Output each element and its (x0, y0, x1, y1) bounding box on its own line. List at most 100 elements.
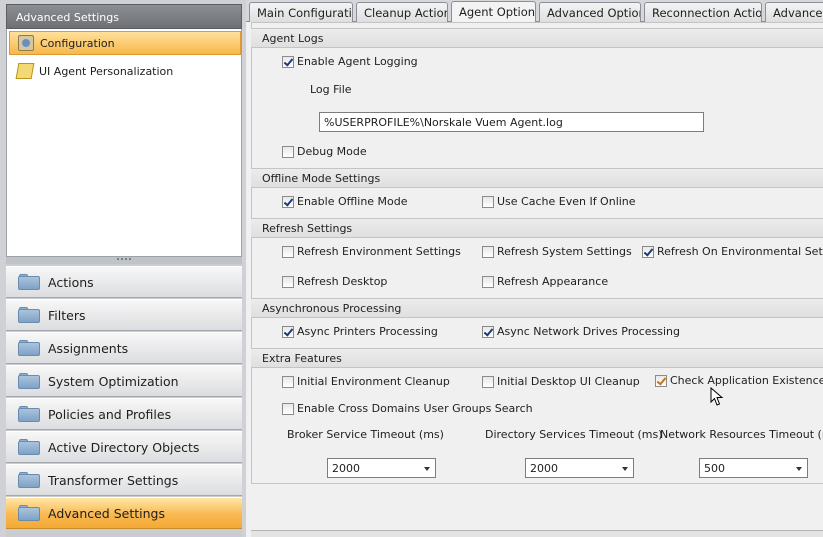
left-panel-header: Advanced Settings (6, 4, 242, 29)
checkbox-box[interactable] (282, 245, 294, 258)
mouse-cursor-icon (710, 387, 724, 406)
directory-timeout-select[interactable]: 2000 (525, 458, 634, 478)
folder-icon (18, 373, 40, 389)
folder-icon (18, 274, 40, 290)
dropdown-arrow-icon[interactable] (622, 467, 628, 471)
checkbox-box[interactable] (282, 375, 294, 388)
enable-offline-mode-checkbox[interactable]: Enable Offline Mode (282, 195, 408, 208)
nav-item-label: System Optimization (48, 373, 179, 389)
folder-icon (18, 307, 40, 323)
checkbox-label: Debug Mode (297, 145, 367, 158)
refresh-on-environmental-checkbox[interactable]: Refresh On Environmental Setting (642, 245, 823, 258)
nav-item-transformer-settings[interactable]: Transformer Settings (6, 464, 242, 496)
section-asynchronous-processing: Asynchronous Processing (251, 298, 823, 318)
async-printers-checkbox[interactable]: Async Printers Processing (282, 325, 438, 338)
checkbox-box[interactable] (482, 275, 494, 288)
broker-timeout-select[interactable]: 2000 (327, 458, 436, 478)
ui-agent-icon (15, 63, 35, 79)
checkbox-box[interactable] (482, 195, 494, 208)
checkbox-label: Async Printers Processing (297, 325, 438, 338)
tab-advanced-options[interactable]: Advanced Options (539, 2, 641, 22)
nav-item-label: Assignments (48, 340, 129, 356)
network-timeout-select[interactable]: 500 (699, 458, 808, 478)
nav-item-label: Advanced Settings (48, 505, 165, 521)
checkbox-label: Refresh Desktop (297, 275, 388, 288)
refresh-environment-checkbox[interactable]: Refresh Environment Settings (282, 245, 461, 258)
section-refresh-settings: Refresh Settings (251, 218, 823, 238)
checkbox-box[interactable] (482, 325, 494, 338)
folder-icon (18, 406, 40, 422)
checkbox-label: Refresh Appearance (497, 275, 609, 288)
debug-mode-checkbox[interactable]: Debug Mode (282, 145, 367, 158)
tab-reconnection-actions[interactable]: Reconnection Actions (644, 2, 762, 22)
log-file-input[interactable]: %USERPROFILE%\Norskale Vuem Agent.log (319, 112, 704, 132)
nav-item-policies-and-profiles[interactable]: Policies and Profiles (6, 398, 242, 430)
checkbox-label: Enable Offline Mode (297, 195, 408, 208)
dropdown-arrow-icon[interactable] (424, 467, 430, 471)
navigation-pane: Actions Filters Assignments System Optim… (6, 264, 242, 537)
checkbox-box[interactable] (642, 245, 654, 258)
checkbox-box[interactable] (482, 375, 494, 388)
folder-icon (18, 340, 40, 356)
nav-item-actions[interactable]: Actions (6, 266, 242, 298)
nav-item-advanced-settings[interactable]: Advanced Settings (6, 497, 242, 529)
nav-item-filters[interactable]: Filters (6, 299, 242, 331)
checkbox-label: Check Application Existence (670, 374, 823, 387)
checkbox-box[interactable] (282, 275, 294, 288)
tree-item-label: Configuration (40, 36, 115, 50)
checkbox-label: Initial Environment Cleanup (297, 375, 450, 388)
use-cache-checkbox[interactable]: Use Cache Even If Online (482, 195, 636, 208)
tree-item-configuration[interactable]: Configuration (9, 31, 241, 55)
tree-item-ui-agent-personalization[interactable]: UI Agent Personalization (9, 59, 241, 83)
section-offline-mode: Offline Mode Settings (251, 168, 823, 188)
initial-environment-cleanup-checkbox[interactable]: Initial Environment Cleanup (282, 375, 450, 388)
panel-splitter[interactable] (6, 257, 242, 264)
checkbox-label: Refresh System Settings (497, 245, 632, 258)
select-value: 500 (704, 462, 725, 475)
select-value: 2000 (332, 462, 360, 475)
cross-domains-checkbox[interactable]: Enable Cross Domains User Groups Search (282, 402, 533, 415)
nav-item-active-directory-objects[interactable]: Active Directory Objects (6, 431, 242, 463)
checkbox-box[interactable] (282, 402, 294, 415)
tab-cleanup-actions[interactable]: Cleanup Actions (356, 2, 448, 22)
checkbox-box[interactable] (282, 145, 294, 158)
section-extra-features: Extra Features (251, 348, 823, 368)
tab-agent-options[interactable]: Agent Options (451, 1, 536, 23)
checkbox-box[interactable] (282, 325, 294, 338)
checkbox-box[interactable] (482, 245, 494, 258)
splitter-grip-icon (117, 258, 131, 261)
nav-item-label: Active Directory Objects (48, 439, 200, 455)
tab-main-configuration[interactable]: Main Configuration (249, 2, 353, 22)
nav-item-label: Policies and Profiles (48, 406, 172, 422)
directory-timeout-label: Directory Services Timeout (ms) (485, 428, 663, 441)
broker-timeout-label: Broker Service Timeout (ms) (287, 428, 444, 441)
tab-advanced[interactable]: Advanced (765, 2, 823, 22)
refresh-system-checkbox[interactable]: Refresh System Settings (482, 245, 632, 258)
checkbox-label: Initial Desktop UI Cleanup (497, 375, 640, 388)
log-file-label: Log File (310, 83, 352, 96)
nav-item-label: Transformer Settings (48, 472, 179, 488)
folder-icon (18, 472, 40, 488)
checkbox-box[interactable] (655, 374, 667, 387)
nav-item-system-optimization[interactable]: System Optimization (6, 365, 242, 397)
async-network-drives-checkbox[interactable]: Async Network Drives Processing (482, 325, 680, 338)
agent-options-panel: Agent Logs Enable Agent Logging Log File… (246, 22, 823, 537)
dropdown-arrow-icon[interactable] (796, 467, 802, 471)
checkbox-label: Use Cache Even If Online (497, 195, 636, 208)
refresh-desktop-checkbox[interactable]: Refresh Desktop (282, 275, 387, 288)
folder-icon (18, 505, 40, 521)
checkbox-label: Enable Cross Domains User Groups Search (297, 402, 533, 415)
check-application-existence-checkbox[interactable]: Check Application Existence (655, 374, 823, 387)
initial-desktop-cleanup-checkbox[interactable]: Initial Desktop UI Cleanup (482, 375, 640, 388)
tab-strip: Main Configuration Cleanup Actions Agent… (246, 0, 823, 23)
checkbox-box[interactable] (282, 55, 294, 68)
refresh-appearance-checkbox[interactable]: Refresh Appearance (482, 275, 608, 288)
checkbox-label: Refresh On Environmental Setting (657, 245, 823, 258)
checkbox-box[interactable] (282, 195, 294, 208)
nav-item-assignments[interactable]: Assignments (6, 332, 242, 364)
checkbox-label: Refresh Environment Settings (297, 245, 461, 258)
nav-item-label: Actions (48, 274, 94, 290)
nav-item-label: Filters (48, 307, 86, 323)
section-agent-logs: Agent Logs (251, 28, 823, 48)
enable-agent-logging-checkbox[interactable]: Enable Agent Logging (282, 55, 418, 68)
